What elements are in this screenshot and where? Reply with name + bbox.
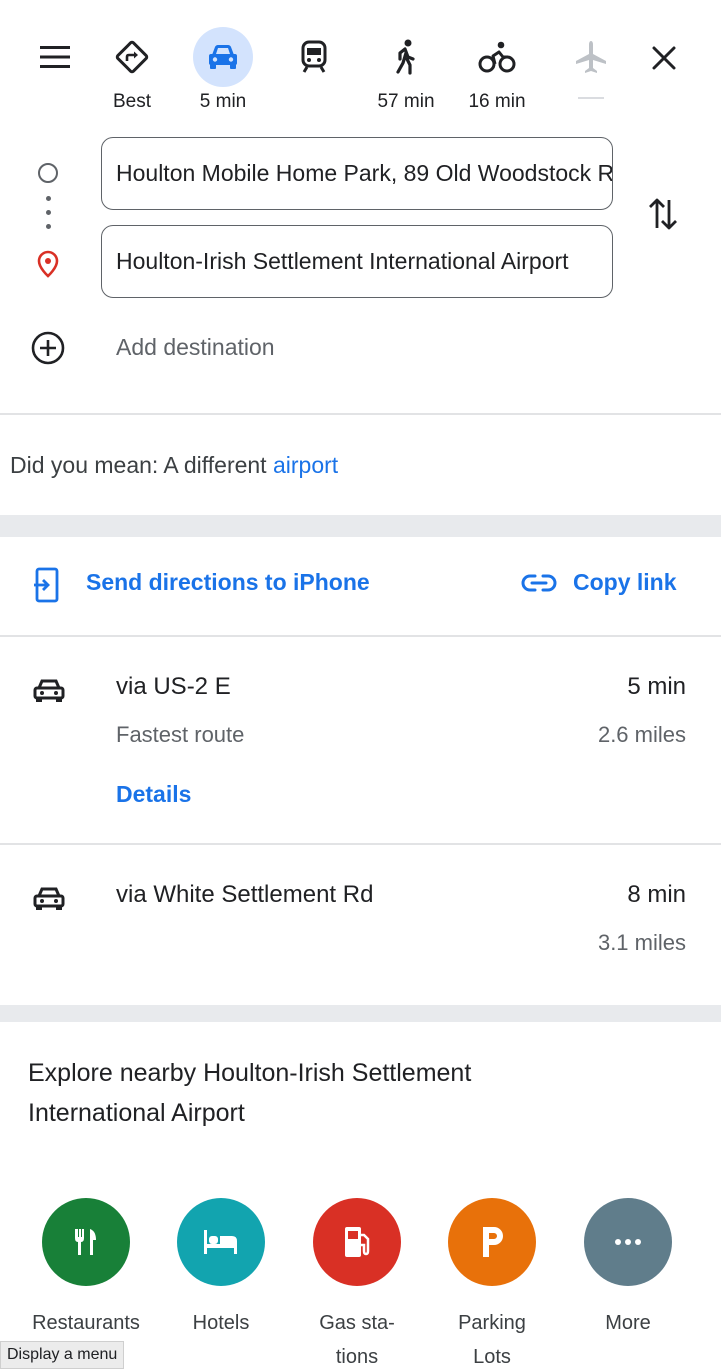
category-restaurants[interactable]: Restaurants [21,1198,151,1340]
divider [0,843,721,845]
menu-button[interactable] [38,40,72,74]
category-hotels-label: Hotels [192,1312,250,1334]
mode-walking-label: 57 min [377,91,435,112]
send-to-phone-icon [34,567,59,603]
fork-knife-icon [42,1198,130,1286]
category-more-label: More [605,1312,651,1334]
airplane-icon [561,27,621,87]
explore-title: Explore nearby Houlton-Irish Settlement … [28,1059,472,1127]
bed-icon [177,1198,265,1286]
route-1-time: 5 min [627,673,686,700]
route-1-details-link[interactable]: Details [116,781,191,808]
did-you-mean: Did you mean: A different airport [10,452,338,479]
section-separator [0,515,721,537]
link-icon[interactable] [521,572,557,594]
category-parking-label: Parking Lots [458,1312,526,1368]
route-dot [46,210,51,215]
hamburger-menu-icon [40,46,70,68]
category-parking[interactable]: Parking Lots [427,1198,557,1369]
copy-link-button[interactable]: Copy link [573,569,677,596]
destination-pin-icon [36,250,60,280]
send-to-phone-icon-wrap[interactable] [34,567,60,603]
route-car-icon [32,884,66,914]
category-gas-stations[interactable]: Gas sta- tions [292,1198,422,1369]
route-2-distance: 3.1 miles [597,930,686,955]
route-1-title[interactable]: via US-2 E [116,673,231,701]
flights-unavailable-dash [578,97,604,99]
mode-transit[interactable] [284,27,344,91]
send-directions-button[interactable]: Send directions to iPhone [86,569,370,596]
add-destination-label[interactable]: Add destination [116,334,275,361]
add-destination-button[interactable] [30,330,66,366]
destination-input[interactable]: Houlton-Irish Settlement International A… [101,225,613,298]
menu-tooltip: Display a menu [0,1341,125,1369]
mode-best-label: Best [112,91,152,112]
swap-arrows-icon [649,198,677,230]
mode-best[interactable]: Best [102,27,162,113]
origin-input[interactable]: Houlton Mobile Home Park, 89 Old Woodsto… [101,137,613,210]
mode-driving[interactable]: 5 min [193,27,253,113]
category-restaurants-label: Restaurants [32,1312,140,1334]
mode-cycling[interactable]: 16 min [467,27,527,113]
route-car-icon [32,676,66,706]
route-1-subtitle: Fastest route [116,722,245,747]
category-more[interactable]: More [563,1198,693,1340]
directions-diamond-icon [102,27,162,87]
train-icon [284,27,344,87]
close-button[interactable] [646,40,682,76]
route-dot [46,196,51,201]
parking-icon [448,1198,536,1286]
mode-cycling-label: 16 min [468,91,526,112]
route-2-title[interactable]: via White Settlement Rd [116,881,373,909]
swap-button[interactable] [643,192,683,236]
mode-driving-label: 5 min [199,91,247,112]
route-dot [46,224,51,229]
bicycle-icon [467,27,527,87]
mode-flights[interactable] [561,27,621,87]
divider [0,635,721,637]
more-horiz-icon [584,1198,672,1286]
section-separator [0,1005,721,1022]
did-you-mean-prefix: Did you mean: A different [10,452,273,478]
divider [0,413,721,415]
origin-circle-icon [38,163,58,183]
add-circle-icon [31,331,65,365]
walking-person-icon [376,27,436,87]
category-hotels[interactable]: Hotels [156,1198,286,1340]
route-1-distance: 2.6 miles [597,722,686,747]
category-gas-stations-label: Gas sta- tions [319,1312,395,1368]
gas-pump-icon [313,1198,401,1286]
mode-walking[interactable]: 57 min [376,27,436,113]
route-2-time: 8 min [627,881,686,908]
did-you-mean-link[interactable]: airport [273,452,338,478]
car-icon [193,27,253,87]
close-icon [652,46,676,70]
